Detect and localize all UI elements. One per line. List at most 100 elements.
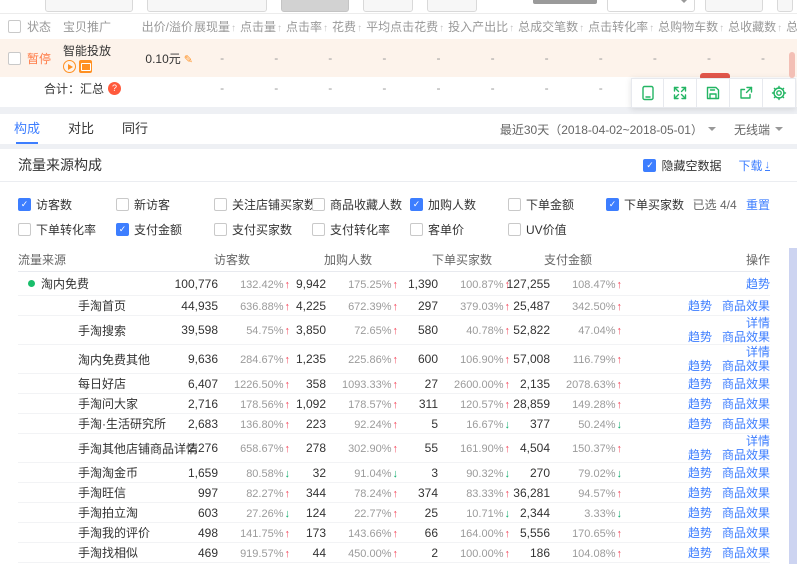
checkbox-icon[interactable] [312, 223, 325, 236]
action-link[interactable]: 趋势 [688, 330, 712, 344]
action-link[interactable]: 趋势 [688, 486, 712, 500]
sort-arrow-icon[interactable]: ↑ [439, 23, 444, 34]
source-name[interactable]: 淘内免费其他 [78, 351, 150, 368]
col-payment[interactable]: 支付金额 [510, 251, 622, 268]
action-link[interactable]: 趋势 [688, 448, 712, 462]
metric-checkbox-item[interactable]: ✓下单买家数 [606, 196, 704, 213]
checkbox-icon[interactable] [214, 223, 227, 236]
campaign-col-header[interactable]: 点击量↑ [240, 18, 286, 35]
sort-arrow-icon[interactable]: ↑ [509, 23, 514, 34]
metric-checkbox-item[interactable]: ✓支付金额 [116, 221, 214, 238]
metric-checkbox-item[interactable]: 下单金额 [508, 196, 606, 213]
sort-arrow-icon[interactable]: ↑ [323, 23, 328, 34]
metric-checkbox-item[interactable]: 下单转化率 [18, 221, 116, 238]
source-name[interactable]: 手淘拍立淘 [78, 504, 138, 521]
sort-arrow-icon[interactable]: ↑ [231, 23, 236, 34]
settings-button[interactable] [763, 78, 796, 108]
checkbox-icon[interactable] [214, 198, 227, 211]
action-link[interactable]: 商品效果 [722, 506, 770, 520]
help-icon[interactable]: ? [108, 82, 121, 95]
checkbox-icon[interactable] [508, 223, 521, 236]
metric-checkbox-item[interactable]: 关注店铺买家数 [214, 196, 312, 213]
date-range-picker[interactable]: 最近30天（2018-04-02~2018-05-01） [500, 121, 716, 138]
fullscreen-button[interactable] [664, 78, 697, 108]
action-link[interactable]: 趋势 [688, 359, 712, 373]
action-link[interactable]: 趋势 [688, 546, 712, 560]
campaign-col-header[interactable]: 投入产出比↑ [448, 18, 518, 35]
campaign-col-header[interactable]: 花费↑ [332, 18, 366, 35]
action-link[interactable]: 详情 [746, 434, 770, 448]
campaign-col-header[interactable]: 状态 [27, 18, 57, 35]
metric-checkbox-item[interactable]: 支付买家数 [214, 221, 312, 238]
checkbox-icon[interactable] [410, 223, 423, 236]
checkbox-icon[interactable] [312, 198, 325, 211]
toolbar-button-5[interactable] [427, 0, 477, 12]
checkbox-icon[interactable]: ✓ [18, 198, 31, 211]
source-name[interactable]: 手淘问大家 [78, 395, 138, 412]
campaign-col-header[interactable]: 总成交金额↑ [786, 18, 797, 35]
sort-arrow-icon[interactable]: ↑ [777, 23, 782, 34]
campaign-row[interactable]: 暂停 智能投放 0.10元✎ ----------- [0, 39, 797, 77]
action-link[interactable]: 趋势 [688, 506, 712, 520]
row-checkbox[interactable] [8, 52, 21, 65]
action-link[interactable]: 商品效果 [722, 448, 770, 462]
campaign-col-header[interactable]: 宝贝推广 [63, 18, 129, 35]
download-link[interactable]: 下载↓ [738, 157, 770, 174]
action-link[interactable]: 趋势 [688, 377, 712, 391]
toolbar-button-3[interactable] [281, 0, 349, 12]
campaign-col-header[interactable]: 平均点击花费↑ [366, 18, 448, 35]
action-link[interactable]: 商品效果 [722, 546, 770, 560]
source-name[interactable]: 手淘·生活研究所 [78, 415, 166, 432]
action-link[interactable]: 详情 [746, 316, 770, 330]
action-link[interactable]: 商品效果 [722, 417, 770, 431]
campaign-col-header[interactable]: 点击转化率↑ [588, 18, 658, 35]
action-link[interactable]: 趋势 [688, 466, 712, 480]
action-link[interactable]: 趋势 [688, 299, 712, 313]
tab-compare[interactable]: 对比 [68, 114, 94, 144]
action-link[interactable]: 趋势 [746, 277, 770, 291]
campaign-col-header[interactable]: 展现量↑ [194, 18, 240, 35]
terminal-selector[interactable]: 无线端 [734, 121, 783, 138]
tab-peers[interactable]: 同行 [122, 114, 148, 144]
sort-arrow-icon[interactable]: ↑ [649, 23, 654, 34]
checkbox-icon[interactable] [116, 198, 129, 211]
action-link[interactable]: 趋势 [688, 526, 712, 540]
play-icon[interactable] [63, 60, 76, 73]
toolbar-button-1[interactable] [45, 0, 133, 12]
toolbar-dropdown[interactable] [607, 0, 695, 12]
toolbar-button-2[interactable] [147, 0, 267, 12]
action-link[interactable]: 商品效果 [722, 330, 770, 344]
source-name[interactable]: 每日好店 [78, 375, 126, 392]
export-button[interactable] [730, 78, 763, 108]
action-link[interactable]: 商品效果 [722, 486, 770, 500]
sort-arrow-icon[interactable]: ↑ [719, 23, 724, 34]
metric-checkbox-item[interactable]: UV价值 [508, 221, 606, 238]
select-all-checkbox[interactable] [8, 20, 21, 33]
metric-checkbox-item[interactable]: 客单价 [410, 221, 508, 238]
metric-checkbox-item[interactable]: 支付转化率 [312, 221, 410, 238]
action-link[interactable]: 详情 [746, 345, 770, 359]
campaign-col-header[interactable]: 总收藏数↑ [728, 18, 786, 35]
source-name[interactable]: 手淘找相似 [78, 544, 138, 561]
action-link[interactable]: 商品效果 [722, 299, 770, 313]
mobile-preview-button[interactable] [631, 78, 664, 108]
checkbox-icon[interactable]: ✓ [606, 198, 619, 211]
image-icon[interactable] [79, 60, 92, 73]
sort-arrow-icon[interactable]: ↑ [579, 23, 584, 34]
hide-empty-checkbox[interactable]: ✓ [643, 159, 656, 172]
col-visitors[interactable]: 访客数 [180, 251, 290, 268]
scroll-thumb-vertical-bottom[interactable] [789, 248, 797, 564]
col-order-buyers[interactable]: 下单买家数 [398, 251, 510, 268]
source-name[interactable]: 手淘搜索 [78, 322, 126, 339]
action-link[interactable]: 商品效果 [722, 377, 770, 391]
sort-arrow-icon[interactable]: ↑ [357, 23, 362, 34]
save-button[interactable] [697, 78, 730, 108]
source-name[interactable]: 手淘淘金币 [78, 464, 138, 481]
action-link[interactable]: 商品效果 [722, 359, 770, 373]
campaign-col-header[interactable]: 总购物车数↑ [658, 18, 728, 35]
metric-checkbox-item[interactable]: ✓访客数 [18, 196, 116, 213]
checkbox-icon[interactable] [508, 198, 521, 211]
metric-checkbox-item[interactable]: 商品收藏人数 [312, 196, 410, 213]
campaign-col-header[interactable]: 总成交笔数↑ [518, 18, 588, 35]
scroll-thumb-vertical-top[interactable] [789, 52, 795, 78]
